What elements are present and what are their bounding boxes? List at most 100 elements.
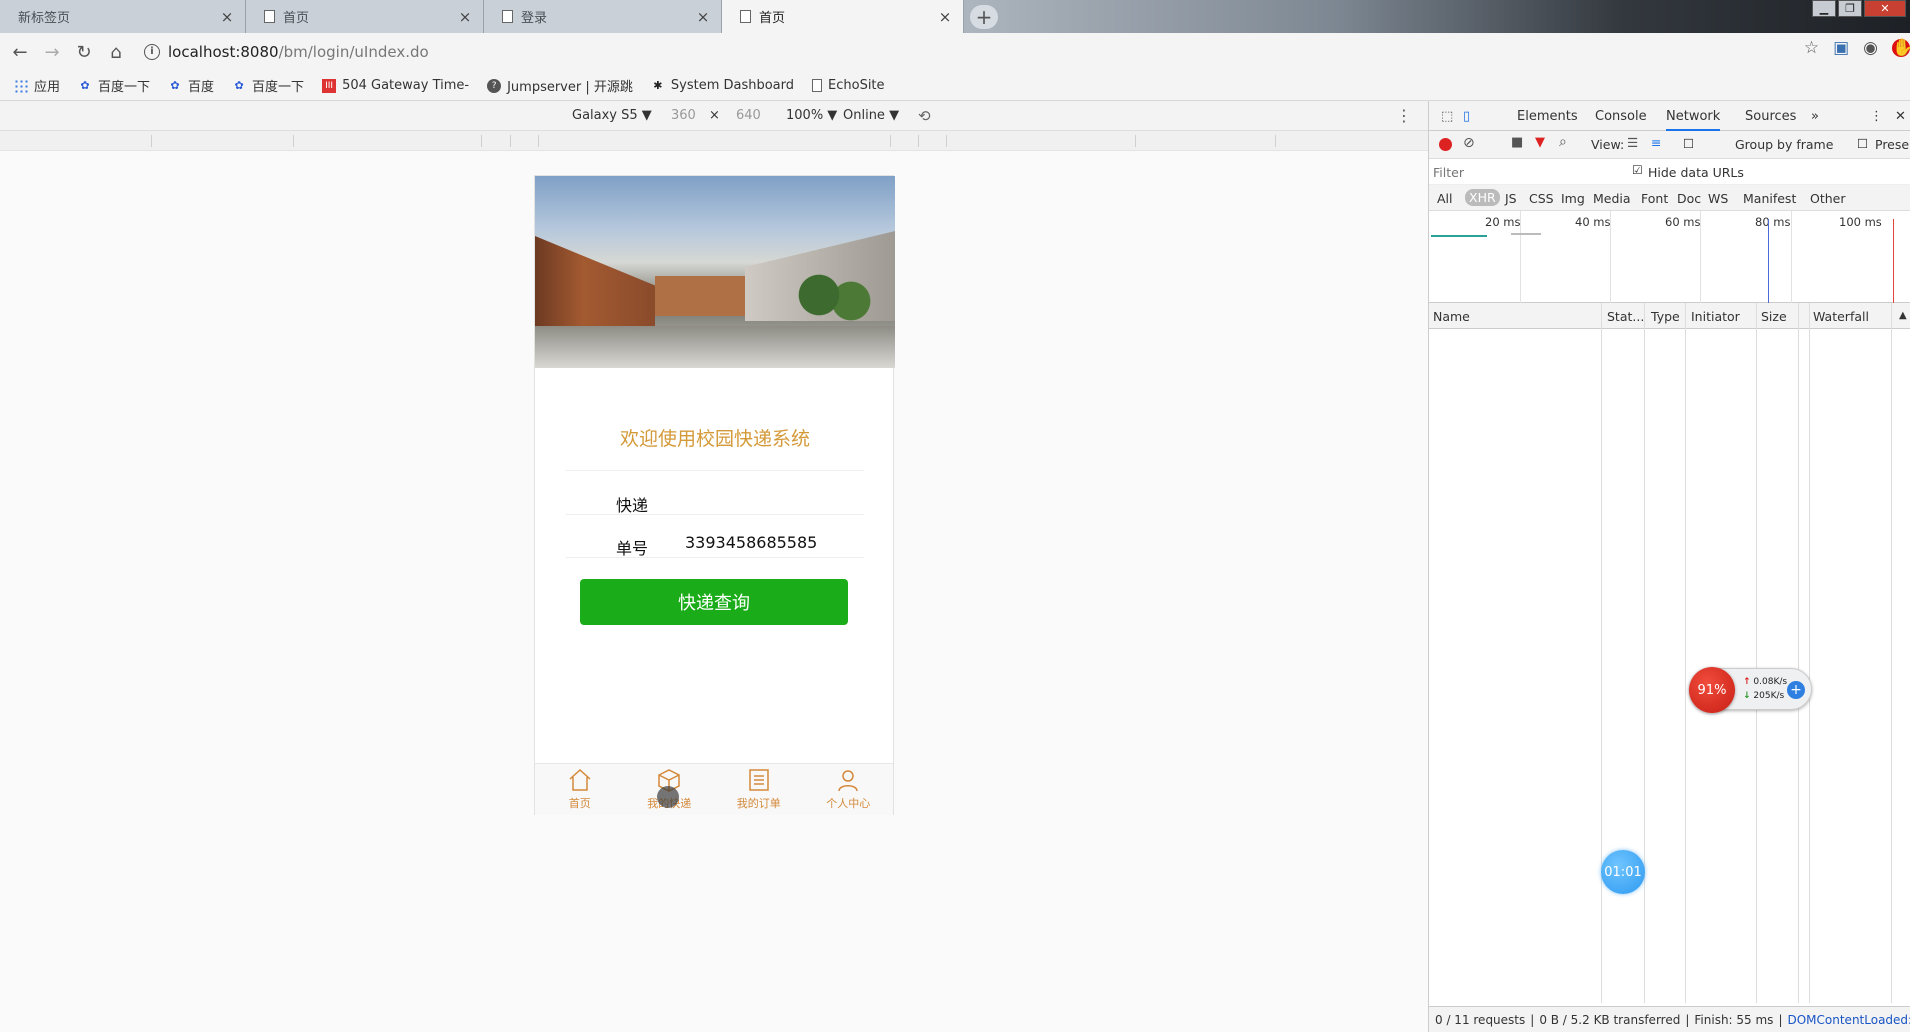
type-manifest[interactable]: Manifest — [1743, 191, 1796, 206]
reload-icon[interactable]: ↻ — [68, 42, 100, 63]
plus-icon[interactable]: + — [1787, 681, 1805, 699]
minimize-button[interactable]: ▁ — [1812, 0, 1836, 17]
network-overview: 20 ms 40 ms 60 ms 80 ms 100 ms — [1429, 211, 1910, 303]
bookmark-baidu-2[interactable]: ✿ 百度 — [168, 76, 214, 96]
bookmark-jumpserver[interactable]: ? Jumpserver | 开源跳 — [487, 76, 633, 95]
record-icon[interactable] — [1439, 138, 1452, 151]
close-icon[interactable]: × — [695, 8, 711, 26]
star-icon[interactable]: ☆ — [1804, 38, 1819, 58]
tabbar-profile[interactable]: 个人中心 — [804, 764, 894, 815]
tabbar-label: 我的订单 — [736, 797, 781, 810]
bookmark-label: 百度一下 — [98, 80, 151, 95]
waterfall-view-icon[interactable]: ≡ — [1651, 135, 1661, 150]
close-devtools-icon[interactable]: ✕ — [1895, 109, 1906, 124]
more-tabs-button[interactable]: » — [1811, 109, 1819, 124]
clear-icon[interactable]: ⊘ — [1463, 135, 1475, 151]
preserve-log-checkbox[interactable]: ☐ — [1857, 136, 1868, 151]
type-font[interactable]: Font — [1641, 191, 1668, 206]
column-waterfall[interactable]: Waterfall — [1813, 309, 1869, 324]
rotate-icon[interactable]: ⟲ — [918, 107, 931, 125]
type-css[interactable]: CSS — [1529, 191, 1554, 206]
adblock-icon[interactable]: ✋ — [1892, 39, 1910, 57]
home-icon[interactable]: ⌂ — [100, 42, 132, 63]
url-host: localhost:8080 — [168, 43, 279, 61]
site-info-icon[interactable]: i — [144, 44, 160, 60]
type-media[interactable]: Media — [1593, 191, 1631, 206]
tab-elements[interactable]: Elements — [1517, 109, 1578, 124]
device-height-input[interactable]: 640 — [736, 108, 761, 123]
tab-network[interactable]: Network — [1666, 109, 1721, 131]
search-icon[interactable]: ⌕ — [1559, 134, 1567, 150]
bookmark-baidu-3[interactable]: ✿ 百度一下 — [232, 76, 304, 96]
tracking-number-input[interactable]: 3393458685585 — [685, 533, 817, 552]
column-size[interactable]: Size — [1761, 309, 1787, 324]
column-initiator[interactable]: Initiator — [1691, 309, 1740, 324]
extension-icon[interactable]: ▣ — [1833, 38, 1849, 58]
hide-data-urls-checkbox[interactable]: ☑ — [1632, 163, 1643, 177]
forward-icon[interactable]: → — [36, 42, 68, 63]
type-other[interactable]: Other — [1810, 191, 1846, 206]
query-express-button[interactable]: 快递查询 — [580, 579, 848, 625]
bookmark-label: Jumpserver | 开源跳 — [507, 80, 633, 95]
bookmark-system-dashboard[interactable]: ✱ System Dashboard — [651, 78, 794, 93]
close-icon[interactable]: × — [937, 8, 953, 26]
column-status[interactable]: Stat... — [1607, 309, 1644, 324]
divider — [566, 514, 864, 515]
inspect-element-icon[interactable]: ⬚ — [1441, 109, 1453, 124]
media-query-ruler — [0, 131, 1428, 151]
bookmark-apps[interactable]: 应用 — [14, 76, 60, 95]
filter-input[interactable] — [1433, 162, 1613, 182]
tab-home-1[interactable]: 首页 × — [246, 0, 484, 33]
network-throttle-select[interactable]: Online ▼ — [843, 108, 899, 123]
tab-home-active[interactable]: 首页 × — [722, 0, 964, 33]
zoom-select[interactable]: 100% ▼ — [786, 108, 837, 123]
tab-new-tab[interactable]: 新标签页 × — [0, 0, 246, 33]
bookmark-504[interactable]: III 504 Gateway Time- — [322, 78, 469, 93]
close-window-button[interactable]: ✕ — [1864, 0, 1906, 17]
new-tab-button[interactable]: + — [970, 5, 998, 29]
tab-sources[interactable]: Sources — [1745, 109, 1796, 124]
account-icon[interactable]: ◉ — [1863, 38, 1878, 58]
tabbar-home[interactable]: 首页 — [535, 764, 625, 815]
tab-login[interactable]: 登录 × — [484, 0, 722, 33]
group-by-frame-label: Group by frame — [1735, 137, 1834, 152]
type-ws[interactable]: WS — [1708, 191, 1728, 206]
upload-speed-value: 0.08K/s — [1753, 677, 1788, 687]
large-rows-icon[interactable]: ☰ — [1627, 135, 1638, 150]
timeline-tick: 40 ms — [1575, 215, 1611, 229]
more-vert-icon[interactable]: ⋮ — [1396, 106, 1412, 125]
orders-icon — [746, 768, 772, 792]
screenshot-icon[interactable]: ■ — [1511, 135, 1523, 150]
type-xhr[interactable]: XHR — [1465, 189, 1500, 206]
close-icon[interactable]: × — [219, 8, 235, 26]
baidu-paw-icon: ✿ — [170, 78, 180, 92]
devtools-menu-icon[interactable]: ⋮ — [1870, 109, 1883, 124]
type-all[interactable]: All — [1437, 191, 1453, 206]
device-width-input[interactable]: 360 — [671, 108, 696, 123]
tabbar-label: 首页 — [568, 797, 591, 810]
type-js[interactable]: JS — [1505, 191, 1517, 206]
bookmark-echosite[interactable]: EchoSite — [812, 78, 885, 93]
close-icon[interactable]: × — [457, 8, 473, 26]
column-type[interactable]: Type — [1651, 309, 1680, 324]
tabbar-my-orders[interactable]: 我的订单 — [714, 764, 804, 815]
restore-button[interactable]: ❐ — [1838, 0, 1862, 17]
device-select[interactable]: Galaxy S5 ▼ — [572, 108, 652, 123]
tracking-number-label: 单号 — [616, 539, 649, 558]
column-name[interactable]: Name — [1433, 309, 1470, 324]
back-icon[interactable]: ← — [4, 42, 36, 63]
type-doc[interactable]: Doc — [1677, 191, 1701, 206]
tab-console[interactable]: Console — [1595, 109, 1647, 124]
filter-icon[interactable]: ▼ — [1535, 135, 1545, 150]
group-by-frame-checkbox[interactable]: ☐ — [1683, 136, 1694, 151]
url-text[interactable]: localhost:8080/bm/login/uIndex.do — [168, 43, 429, 61]
page-icon — [740, 10, 751, 23]
dimension-separator: × — [709, 108, 720, 123]
network-speed-widget[interactable]: 91% ↑ 0.08K/s ↓ 205K/s + — [1689, 667, 1812, 713]
memory-percent-badge[interactable]: 91% — [1689, 667, 1735, 713]
device-toggle-icon[interactable]: ▯ — [1463, 109, 1470, 124]
recording-timer[interactable]: 01:01 — [1601, 850, 1645, 894]
type-img[interactable]: Img — [1561, 191, 1585, 206]
bookmark-baidu-1[interactable]: ✿ 百度一下 — [78, 76, 151, 96]
address-bar[interactable]: i localhost:8080/bm/login/uIndex.do — [144, 37, 1764, 67]
